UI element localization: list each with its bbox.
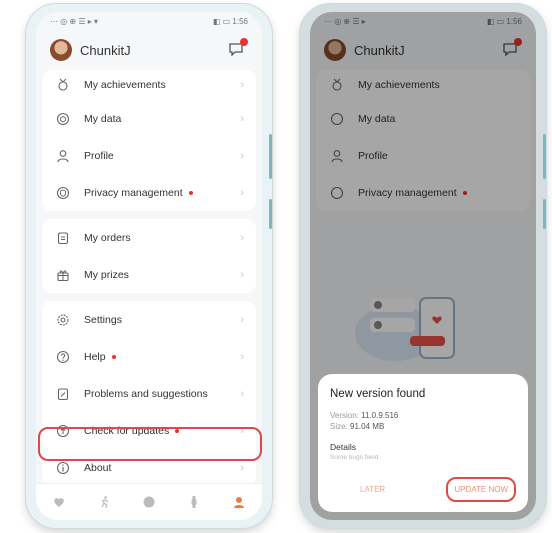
nav-me[interactable] xyxy=(232,495,246,509)
later-button[interactable]: LATER xyxy=(330,485,385,494)
menu-item-profile[interactable]: Profile › xyxy=(42,137,256,174)
me-icon xyxy=(234,497,245,508)
status-bar: ⋯ ◎ ⊕ ☰ ▸ ▾ ◧ ▭ 1:56 xyxy=(36,12,262,30)
avatar[interactable] xyxy=(50,39,72,61)
nav-devices[interactable] xyxy=(187,495,201,509)
menu-label: Problems and suggestions xyxy=(84,387,208,400)
profile-header: ChunkitJ xyxy=(36,30,262,70)
details-text: Some bugs fixed. xyxy=(330,454,381,461)
gear-icon xyxy=(54,311,72,329)
heart-icon xyxy=(53,498,64,507)
size-line: Size: 91.04 MB xyxy=(330,421,516,432)
status-right: ◧ ▭ 1:56 xyxy=(212,16,248,26)
chevron-right-icon: › xyxy=(240,149,244,162)
side-button xyxy=(543,199,546,229)
medal-icon xyxy=(54,76,72,94)
watch-icon xyxy=(191,496,197,508)
shield-icon xyxy=(54,184,72,202)
person-icon xyxy=(54,147,72,165)
menu-label: Settings xyxy=(84,313,122,326)
side-button xyxy=(269,134,272,179)
menu-item-my-data[interactable]: My data › xyxy=(42,100,256,137)
chevron-right-icon: › xyxy=(240,313,244,326)
menu-label: About xyxy=(84,461,112,474)
nav-discover[interactable] xyxy=(142,495,156,509)
update-dialog: New version found Version: 11.0.9.516 Si… xyxy=(318,374,528,512)
update-now-button[interactable]: UPDATE NOW xyxy=(446,477,516,502)
feedback-icon xyxy=(54,385,72,403)
cube-icon xyxy=(54,110,72,128)
red-dot-badge xyxy=(188,190,193,195)
details-label: Details xyxy=(330,442,356,452)
right-phone: ⋯ ◎ ⊕ ☰ ▸ ◧ ▭ 1:56 ChunkitJ My achieveme… xyxy=(300,4,546,528)
menu-item-my-achievements[interactable]: My achievements › xyxy=(42,70,256,100)
check-for-updates-highlight xyxy=(38,427,262,461)
menu-label: Profile xyxy=(84,149,114,162)
right-screen: ⋯ ◎ ⊕ ☰ ▸ ◧ ▭ 1:56 ChunkitJ My achieveme… xyxy=(310,12,536,520)
chevron-right-icon: › xyxy=(240,387,244,400)
menu-label: My achievements xyxy=(84,79,166,91)
orders-icon xyxy=(54,229,72,247)
status-left: ⋯ ◎ ⊕ ☰ ▸ ▾ xyxy=(50,16,98,26)
nav-health[interactable] xyxy=(52,495,66,509)
gift-icon xyxy=(54,266,72,284)
nav-exercise[interactable] xyxy=(97,495,111,509)
username[interactable]: ChunkitJ xyxy=(80,43,131,58)
chevron-right-icon: › xyxy=(240,79,244,91)
menu-card-1: My achievements › My data › Profile › Pr… xyxy=(42,70,256,211)
chevron-right-icon: › xyxy=(240,268,244,281)
chevron-right-icon: › xyxy=(240,350,244,363)
chevron-right-icon: › xyxy=(240,112,244,125)
running-icon xyxy=(101,496,108,509)
globe-icon xyxy=(143,496,155,508)
version-line: Version: 11.0.9.516 xyxy=(330,410,516,421)
size-value: 91.04 MB xyxy=(350,422,385,431)
chevron-right-icon: › xyxy=(240,461,244,474)
menu-label: My orders xyxy=(84,231,131,244)
menu-item-settings[interactable]: Settings › xyxy=(42,301,256,338)
dialog-title: New version found xyxy=(330,388,426,400)
chevron-right-icon: › xyxy=(240,231,244,244)
menu-card-2: My orders › My prizes › xyxy=(42,219,256,293)
menu-label: My prizes xyxy=(84,268,129,281)
version-label: Version: xyxy=(330,411,359,420)
notification-dot xyxy=(240,38,248,46)
chevron-right-icon: › xyxy=(240,186,244,199)
menu-label: Help xyxy=(84,350,106,363)
help-icon xyxy=(54,348,72,366)
menu-item-privacy-management[interactable]: Privacy management › xyxy=(42,174,256,211)
menu-item-my-prizes[interactable]: My prizes › xyxy=(42,256,256,293)
bottom-nav xyxy=(36,483,262,520)
menu-label: Privacy management xyxy=(84,186,183,199)
side-button xyxy=(269,199,272,229)
red-dot-badge xyxy=(111,354,116,359)
side-button xyxy=(543,134,546,179)
dialog-actions: LATER UPDATE NOW xyxy=(330,477,516,502)
menu-item-problems-and-suggestions[interactable]: Problems and suggestions › xyxy=(42,375,256,412)
menu-label: My data xyxy=(84,112,122,125)
menu-item-help[interactable]: Help › xyxy=(42,338,256,375)
size-label: Size: xyxy=(330,422,348,431)
version-value: 11.0.9.516 xyxy=(361,411,399,420)
info-icon xyxy=(54,459,72,477)
menu-item-my-orders[interactable]: My orders › xyxy=(42,219,256,256)
